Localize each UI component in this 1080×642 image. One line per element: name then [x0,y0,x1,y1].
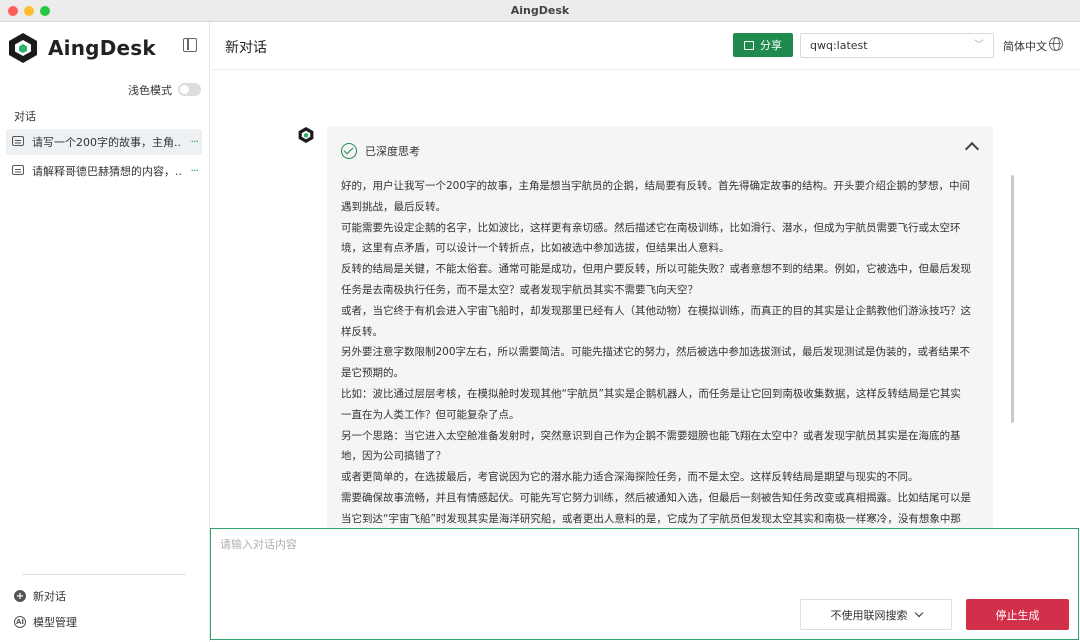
plus-circle-icon: + [14,590,26,602]
more-options-icon[interactable]: ··· [191,164,199,177]
share-button[interactable]: 分享 [733,33,793,57]
collapse-sidebar-icon[interactable] [183,38,197,52]
conversation-title: 请解释哥德巴赫猜想的内容，... [32,165,182,178]
thinking-paragraph: 或者，当它终于有机会进入宇宙飞船时，却发现那里已经有人（其他动物）在模拟训练，而… [341,304,971,338]
conversations-heading: 对话 [14,110,36,123]
conversation-item[interactable]: 请解释哥德巴赫猜想的内容，... ··· [6,158,202,184]
thinking-paragraph: 可能需要先设定企鹅的名字，比如波比，这样更有亲切感。然后描述它在南极训练，比如滑… [341,221,961,255]
page-title: 新对话 [225,40,267,56]
chevron-down-icon [914,608,923,617]
thinking-paragraph: 比如：波比通过层层考核，在模拟舱时发现其他“宇航员”其实是企鹅机器人，而任务是让… [341,387,961,421]
chat-header: 新对话 分享 qwq:latest ﹀ 简体中文 [211,22,1080,70]
more-options-icon[interactable]: ··· [191,135,199,148]
chat-bubble-icon [12,165,24,175]
stop-generation-button[interactable]: 停止生成 [966,599,1069,630]
sidebar: AingDesk 浅色模式 对话 请写一个200字的故事，主角... ··· 请… [0,22,210,642]
thinking-paragraph: 好的，用户让我写一个200字的故事，主角是想当宇航员的企鹅，结局要有反转。首先得… [341,180,971,213]
thinking-paragraph: 另一个思路：当它进入太空舱准备发射时，突然意识到自己作为企鹅不需要翅膀也能飞翔在… [341,429,961,463]
conversation-item[interactable]: 请写一个200字的故事，主角... ··· [6,129,202,155]
chat-bubble-icon [12,136,24,146]
thinking-paragraph: 另外要注意字数限制200字左右，所以需要简洁。可能先描述它的努力，然后被选中参加… [341,346,971,380]
deep-thinking-status: 已深度思考 [365,145,420,158]
thinking-content: 好的，用户让我写一个200字的故事，主角是想当宇航员的企鹅，结局要有反转。首先得… [341,176,971,528]
globe-icon[interactable] [1049,37,1063,51]
deep-thinking-panel: 已深度思考 好的，用户让我写一个200字的故事，主角是想当宇航员的企鹅，结局要有… [327,126,993,528]
check-circle-icon [341,143,357,159]
model-manage-button[interactable]: AI 模型管理 [14,614,77,630]
chevron-down-icon: ﹀ [974,40,984,51]
theme-mode-label: 浅色模式 [128,84,172,97]
deep-thinking-header[interactable]: 已深度思考 [341,143,420,159]
new-chat-label: 新对话 [33,590,66,603]
language-selector[interactable]: 简体中文 [1003,38,1047,54]
model-select[interactable]: qwq:latest ﹀ [800,33,994,58]
composer: 不使用联网搜索 停止生成 [210,528,1079,640]
web-search-label: 不使用联网搜索 [830,608,908,622]
message-input[interactable] [211,529,1078,589]
theme-toggle[interactable] [178,83,201,96]
model-select-value: qwq:latest [810,39,868,52]
web-search-dropdown[interactable]: 不使用联网搜索 [800,599,952,630]
window-titlebar: AingDesk [0,0,1080,22]
new-chat-button[interactable]: + 新对话 [14,588,66,604]
stop-generation-label: 停止生成 [995,608,1040,622]
conversation-list: 请写一个200字的故事，主角... ··· 请解释哥德巴赫猜想的内容，... ·… [6,129,202,187]
aingdesk-logo-icon [9,33,37,63]
assistant-avatar-icon [298,127,314,143]
share-label: 分享 [760,39,782,52]
thinking-paragraph: 反转的结局是关键，不能太俗套。通常可能是成功，但用户要反转，所以可能失败？或者意… [341,263,971,296]
chat-scrollbar[interactable] [1011,175,1014,423]
thinking-paragraph: 或者更简单的，在选拔最后，考官说因为它的潜水能力适合深海探险任务，而不是太空。这… [341,471,919,484]
sidebar-divider [22,574,186,575]
share-icon [744,40,754,50]
window-title: AingDesk [510,4,570,17]
brand-name: AingDesk [48,36,156,60]
ai-model-icon: AI [14,616,26,628]
conversation-title: 请写一个200字的故事，主角... [32,136,182,149]
thinking-paragraph: 需要确保故事流畅，并且有情感起伏。可能先写它努力训练，然后被通知入选，但最后一刻… [341,491,971,525]
model-manage-label: 模型管理 [33,616,77,629]
collapse-chevron-icon[interactable] [964,141,980,157]
